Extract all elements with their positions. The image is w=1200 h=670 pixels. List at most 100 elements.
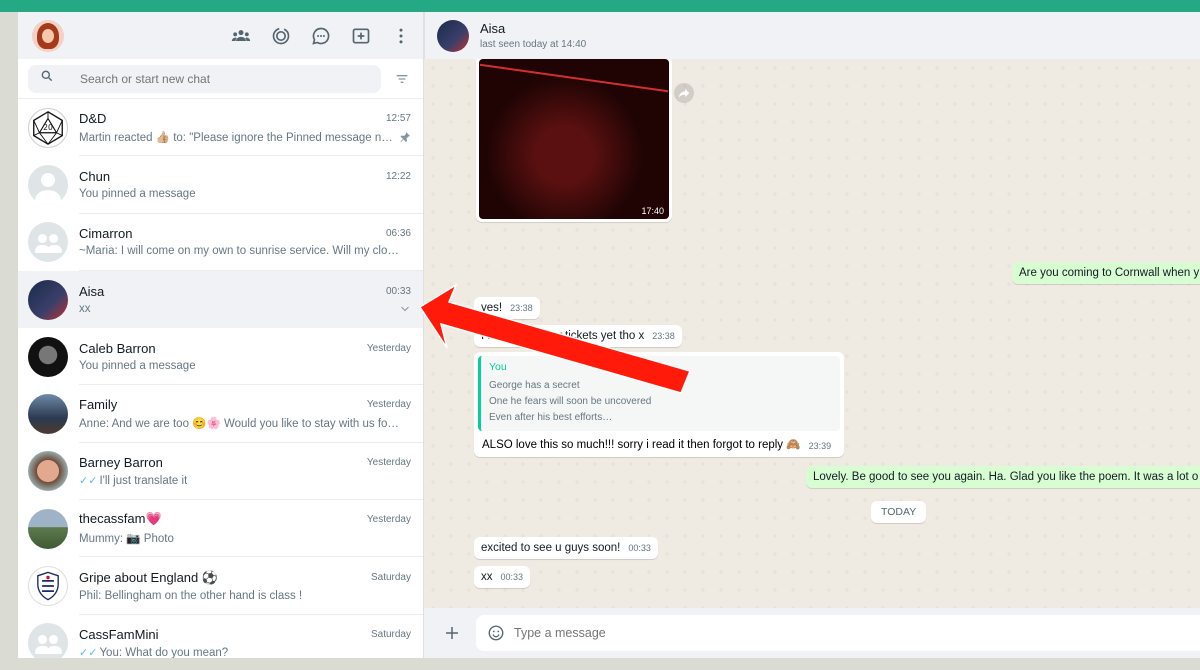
chat-name: Chun — [79, 168, 111, 184]
message-incoming[interactable]: I haven't got my tickets yet tho x 23:38 — [474, 325, 682, 347]
chat-time: Yesterday — [366, 342, 411, 354]
search-box — [28, 64, 381, 93]
menu-dots-icon[interactable] — [391, 26, 411, 46]
message-time: 00:33 — [628, 543, 651, 553]
chat-time: 06:36 — [385, 228, 411, 240]
chat-time: Saturday — [370, 628, 411, 640]
chat-list: 20 D&D 12:57 Martin reacted 👍🏼 to: "Pleas… — [18, 99, 423, 658]
message-text: excited to see u guys soon! — [481, 542, 621, 554]
chevron-down-icon[interactable] — [399, 303, 411, 315]
message-incoming[interactable]: yes! 23:38 — [474, 297, 540, 319]
svg-text:20: 20 — [43, 123, 53, 132]
search-input[interactable] — [80, 71, 340, 86]
preview-text: You: What do you mean? — [99, 646, 229, 658]
quote-line: One he fears will soon be uncovered — [489, 396, 652, 407]
date-separator: TODAY — [871, 501, 927, 523]
england-crest-icon — [28, 566, 68, 607]
chat-name: Barney Barron — [79, 454, 163, 470]
message-time: 23:38 — [652, 331, 675, 341]
header-icons — [231, 26, 411, 46]
group-avatar — [28, 222, 68, 263]
message-input[interactable] — [514, 626, 1014, 640]
forward-icon[interactable] — [674, 83, 694, 103]
contact-last-seen: last seen today at 14:40 — [480, 39, 587, 50]
message-area: 17:40 Are you coming to Cornwall when y … — [424, 59, 1200, 608]
conversation-header[interactable]: Aisa last seen today at 14:40 — [424, 12, 1200, 59]
search-icon — [40, 69, 54, 88]
message-text: xx — [481, 571, 493, 583]
contact-info: Aisa last seen today at 14:40 — [480, 21, 586, 50]
chat-name: Caleb Barron — [79, 340, 156, 356]
chat-time: Yesterday — [366, 513, 411, 525]
chat-name: Family — [79, 397, 118, 413]
contact-avatar — [28, 279, 68, 320]
quote-author: You — [489, 361, 507, 373]
filter-icon[interactable] — [391, 68, 413, 90]
app-top-bar — [0, 0, 1200, 12]
message-time: 00:33 — [500, 572, 524, 582]
conversation-pane: Aisa last seen today at 14:40 17:40 Are … — [424, 12, 1200, 658]
contact-name: Aisa — [480, 21, 506, 36]
search-row — [18, 59, 423, 99]
message-text: ALSO love this so much!!! sorry i read i… — [482, 439, 801, 451]
pin-icon — [399, 131, 411, 143]
message-text: Are you coming to Cornwall when y — [1019, 267, 1200, 279]
chat-item-barney-barron[interactable]: Barney Barron Yesterday ✓✓ I'll just trans… — [18, 443, 423, 501]
chat-time: 12:22 — [385, 170, 411, 182]
message-text: Lovely. Be good to see you again. Ha. Gl… — [813, 471, 1199, 483]
chat-preview: You pinned a message — [79, 187, 196, 200]
chat-preview: Phil: Bellingham on the other hand is cl… — [79, 589, 303, 602]
chat-name: thecassfam💗 — [79, 511, 162, 527]
message-composer — [424, 608, 1200, 658]
read-ticks-icon: ✓✓ — [79, 646, 98, 658]
contact-avatar — [28, 336, 68, 377]
chat-time: Yesterday — [366, 399, 411, 411]
chat-item-thecassfam[interactable]: thecassfam💗 Yesterday Mummy: 📷 Photo — [18, 500, 423, 558]
quoted-message[interactable]: You George has a secret One he fears wil… — [478, 356, 840, 431]
chat-item-gripe-about-england[interactable]: Gripe about England ⚽ Saturday Phil: Bell… — [18, 557, 423, 615]
d20-icon: 20 — [28, 107, 68, 148]
new-chat-icon[interactable] — [351, 26, 371, 46]
default-avatar — [28, 164, 68, 205]
message-time: 23:38 — [510, 303, 533, 313]
chat-preview: ~Maria: I will come on my own to sunrise… — [79, 245, 399, 258]
channels-icon[interactable] — [311, 26, 331, 46]
message-incoming[interactable]: xx 00:33 — [474, 566, 531, 588]
video-message[interactable]: 17:40 — [476, 59, 672, 222]
chat-item-family[interactable]: Family Yesterday Anne: And we are too 😊🌸 … — [18, 385, 423, 443]
contact-avatar — [28, 508, 68, 549]
contact-avatar[interactable] — [437, 19, 469, 52]
sidebar-header — [18, 12, 423, 59]
chat-name: Gripe about England ⚽ — [79, 569, 219, 585]
chat-time: Yesterday — [366, 456, 411, 468]
message-incoming-reply[interactable]: You George has a secret One he fears wil… — [474, 352, 844, 457]
chat-preview: ✓✓ You: What do you mean? — [79, 646, 228, 658]
message-text: yes! — [481, 302, 503, 314]
chat-name: D&D — [79, 110, 107, 126]
whatsapp-app: 20 D&D 12:57 Martin reacted 👍🏼 to: "Pleas… — [18, 12, 1200, 658]
message-input-wrap — [476, 615, 1200, 651]
chat-item-caleb-barron[interactable]: Caleb Barron Yesterday You pinned a messa… — [18, 328, 423, 386]
contact-avatar — [28, 451, 68, 492]
my-profile-avatar[interactable] — [32, 19, 64, 52]
chat-preview: You pinned a message — [79, 359, 196, 372]
status-icon[interactable] — [271, 26, 291, 46]
attach-plus-icon[interactable] — [442, 623, 462, 643]
chat-name: Aisa — [79, 283, 105, 299]
message-outgoing[interactable]: Lovely. Be good to see you again. Ha. Gl… — [806, 466, 1200, 488]
chat-item-cassfammini[interactable]: CassFamMini Saturday ✓✓ You: What do you m… — [18, 615, 423, 658]
chat-preview: Mummy: 📷 Photo — [79, 533, 174, 546]
chat-item-cimarron[interactable]: Cimarron 06:36 ~Maria: I will come on my … — [18, 214, 423, 271]
contact-avatar — [28, 394, 68, 435]
message-incoming[interactable]: excited to see u guys soon! 00:33 — [474, 537, 658, 559]
chat-time: Saturday — [370, 572, 411, 584]
message-outgoing[interactable]: Are you coming to Cornwall when y — [1012, 262, 1200, 284]
app-bottom-bar — [0, 658, 1200, 670]
chat-time: 12:57 — [385, 112, 411, 124]
chat-item-dnd[interactable]: 20 D&D 12:57 Martin reacted 👍🏼 to: "Pleas… — [18, 99, 423, 157]
chat-preview: Anne: And we are too 😊🌸 Would you like t… — [79, 418, 399, 431]
chat-item-chun[interactable]: Chun 12:22 You pinned a message — [18, 156, 423, 214]
chat-item-aisa[interactable]: Aisa 00:33 xx — [18, 270, 423, 329]
emoji-icon[interactable] — [486, 623, 506, 643]
communities-icon[interactable] — [231, 26, 251, 46]
